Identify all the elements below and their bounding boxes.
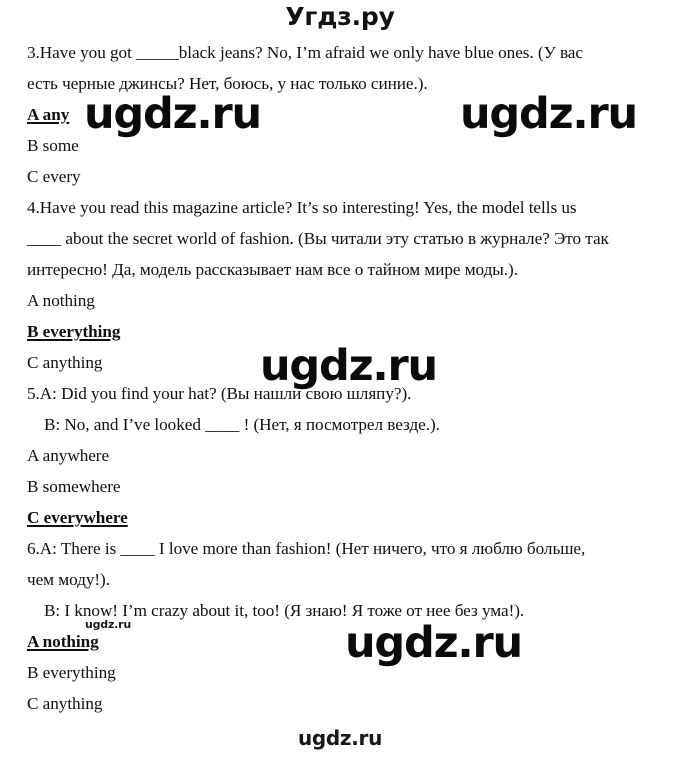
exercise-6-line-2: чем моду!). bbox=[27, 570, 110, 589]
watermark-large-4: ugdz.ru bbox=[345, 618, 523, 668]
exercise-6-option-b[interactable]: B everything bbox=[27, 663, 116, 683]
exercise-4-option-c[interactable]: C anything bbox=[27, 353, 102, 373]
header-watermark: Угдз.ру bbox=[285, 2, 395, 31]
exercise-4-line-1: 4.Have you read this magazine article? I… bbox=[27, 198, 577, 217]
watermark-large-2: ugdz.ru bbox=[460, 89, 638, 139]
exercise-6-option-c[interactable]: C anything bbox=[27, 694, 102, 714]
footer-watermark: ugdz.ru bbox=[297, 726, 383, 750]
exercise-3-option-a[interactable]: A any bbox=[27, 105, 69, 125]
exercise-4-line-2: ____ about the secret world of fashion. … bbox=[27, 229, 609, 248]
exercise-4-option-b[interactable]: B everything bbox=[27, 322, 121, 342]
exercise-4-option-a[interactable]: A nothing bbox=[27, 291, 95, 311]
exercise-5-option-b[interactable]: B somewhere bbox=[27, 477, 121, 497]
exercise-5-line-2: B: No, and I’ve looked ____ ! (Нет, я по… bbox=[44, 415, 440, 434]
watermark-small-1: ugdz.ru bbox=[85, 618, 132, 631]
watermark-large-1: ugdz.ru bbox=[84, 89, 262, 139]
worksheet-page: Угдз.ру 3.Have you got _____black jeans?… bbox=[0, 0, 680, 760]
exercise-3-line-1: 3.Have you got _____black jeans? No, I’m… bbox=[27, 43, 583, 62]
exercise-5-option-a[interactable]: A anywhere bbox=[27, 446, 109, 466]
watermark-large-3: ugdz.ru bbox=[260, 341, 438, 391]
exercise-6-option-a[interactable]: A nothing bbox=[27, 632, 99, 652]
exercise-4-line-3: интересно! Да, модель рассказывает нам в… bbox=[27, 260, 518, 279]
exercise-3-option-c[interactable]: C every bbox=[27, 167, 81, 187]
exercise-6-line-1: 6.A: There is ____ I love more than fash… bbox=[27, 539, 586, 558]
exercise-3-option-b[interactable]: B some bbox=[27, 136, 79, 156]
exercise-5-option-c[interactable]: C everywhere bbox=[27, 508, 128, 528]
